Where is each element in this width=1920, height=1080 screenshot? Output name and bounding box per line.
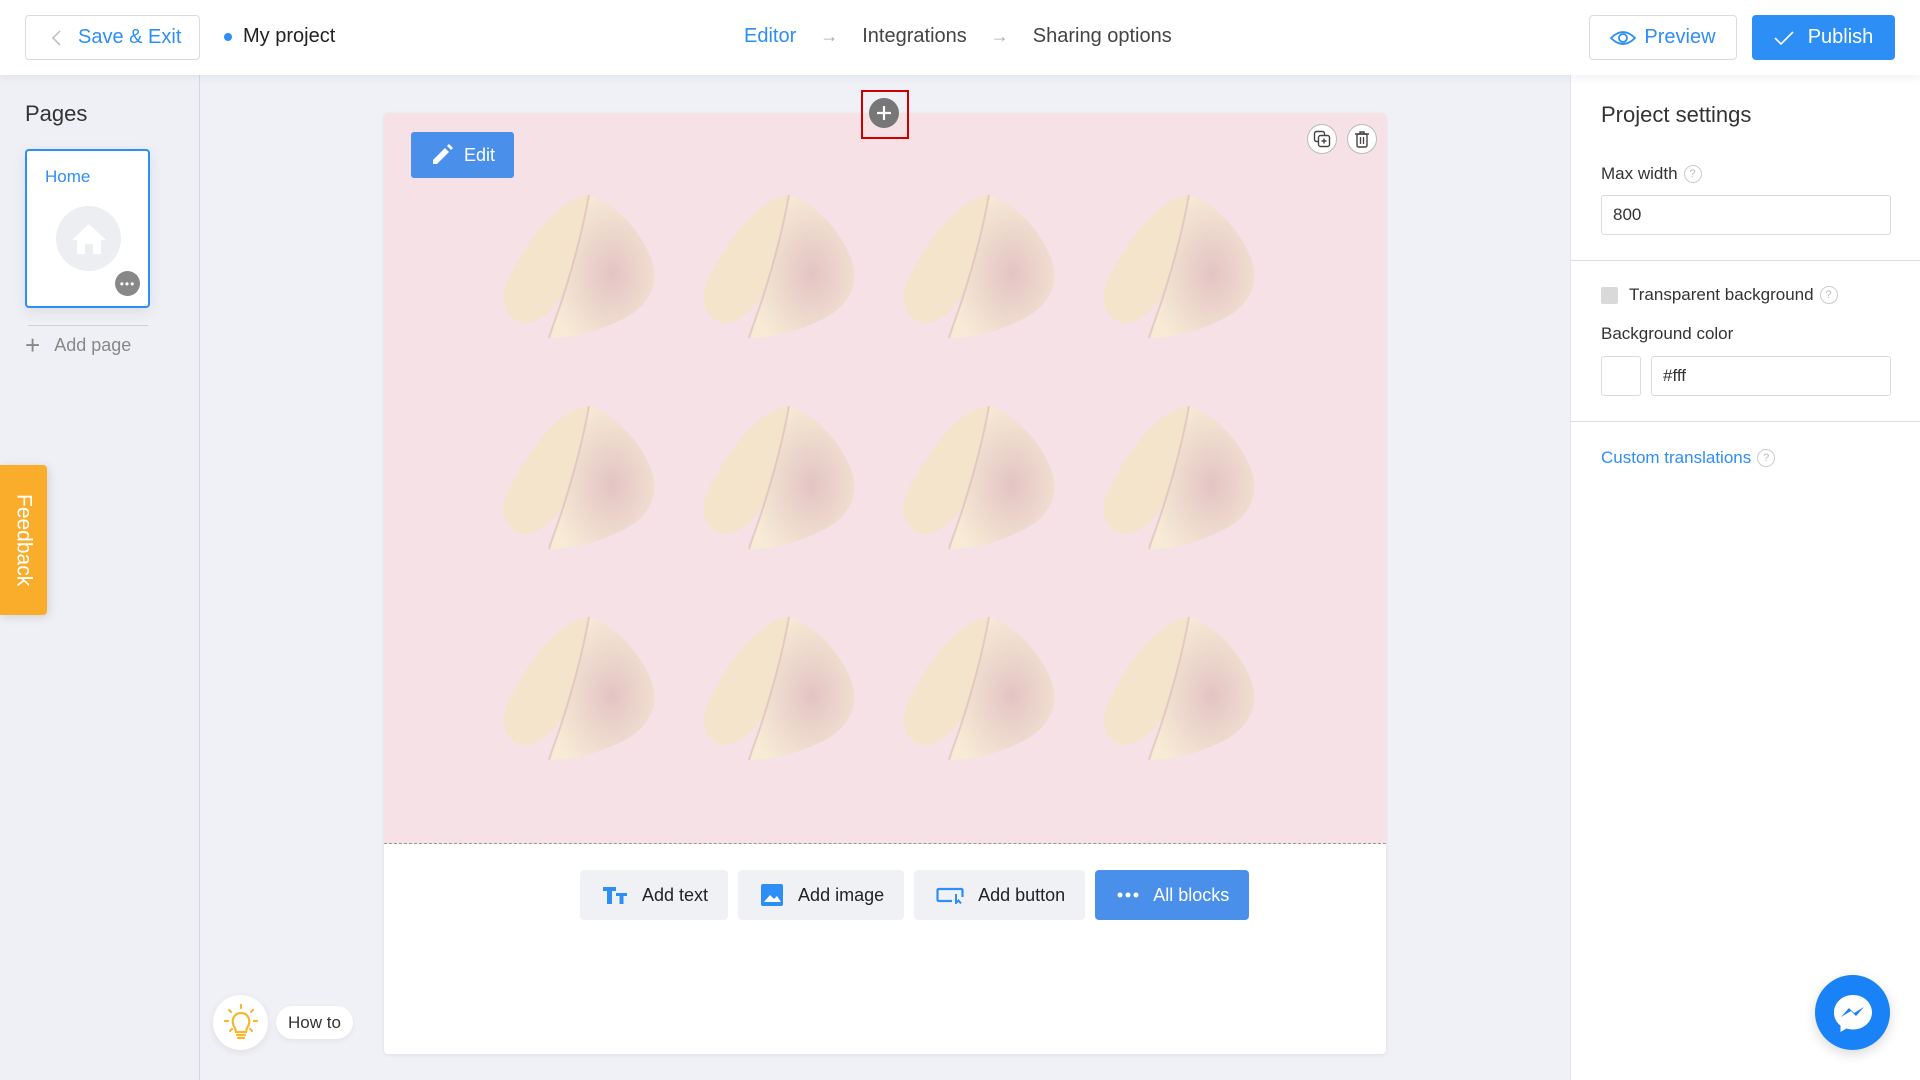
fortune-cookie-image [903, 194, 1055, 339]
project-settings-panel: Project settings Max width ? 800 Transpa… [1570, 75, 1920, 1080]
fortune-cookie-image [703, 194, 855, 339]
fortune-cookie-image [1103, 616, 1255, 761]
top-header: Save & Exit My project Editor → Integrat… [0, 0, 1920, 75]
bg-color-label: Background color [1601, 324, 1733, 344]
sidebar-divider [28, 325, 148, 326]
messenger-icon [1833, 994, 1872, 1032]
fortune-cookie-image [703, 616, 855, 761]
feedback-label: Feedback [12, 493, 36, 587]
max-width-value: 800 [1613, 205, 1642, 224]
fortune-cookie-image [1103, 405, 1255, 550]
plus-circle-icon [877, 106, 891, 120]
add-button-label: Add button [978, 884, 1066, 905]
bg-color-value: #fff [1663, 366, 1687, 385]
edit-block-button[interactable]: Edit [411, 132, 514, 178]
fortune-cookie-image [903, 616, 1055, 761]
duplicate-icon [1313, 130, 1331, 148]
trash-icon [1355, 131, 1369, 148]
transparent-bg-row: Transparent background ? [1601, 285, 1838, 305]
transparent-bg-checkbox[interactable] [1601, 286, 1618, 304]
bg-color-input[interactable]: #fff [1651, 356, 1891, 396]
image-icon [761, 884, 784, 906]
settings-divider [1571, 260, 1920, 261]
dots-icon [1117, 892, 1139, 898]
step-sharing-options[interactable]: Sharing options [1033, 25, 1172, 48]
help-icon[interactable]: ? [1757, 449, 1776, 467]
duplicate-block-button[interactable] [1307, 124, 1337, 154]
fortune-cookie-image [503, 616, 655, 761]
check-icon [1774, 30, 1794, 45]
project-name: My project [224, 25, 335, 48]
delete-block-button[interactable] [1347, 124, 1377, 154]
add-text-label: Add text [642, 884, 709, 905]
eye-icon [1610, 30, 1637, 45]
pencil-icon [432, 144, 453, 164]
chevron-left-icon [51, 29, 61, 46]
add-block-above-button[interactable] [869, 98, 899, 128]
arrow-right-icon: → [990, 26, 1009, 46]
status-dot [224, 32, 232, 41]
home-icon [56, 206, 121, 271]
lightbulb-icon [223, 1003, 258, 1039]
page-card-home[interactable]: Home ••• [25, 149, 150, 308]
all-blocks-button[interactable]: All blocks [1095, 870, 1250, 920]
feedback-tab[interactable]: Feedback [0, 465, 47, 615]
arrow-right-icon: → [820, 26, 839, 46]
add-block-toolbar: Add text Add image Add button All blocks [580, 870, 1250, 920]
transparent-bg-label: Transparent background [1629, 285, 1814, 304]
how-to-button[interactable] [213, 995, 268, 1050]
save-exit-label: Save & Exit [78, 26, 182, 48]
edit-label: Edit [463, 144, 496, 165]
max-width-label: Max width ? [1601, 164, 1702, 184]
step-editor[interactable]: Editor [744, 25, 796, 48]
wizard-steps: Editor → Integrations → Sharing options [744, 25, 1172, 48]
how-to-label[interactable]: How to [276, 1006, 353, 1039]
messenger-chat-button[interactable] [1815, 975, 1890, 1050]
max-width-label-text: Max width [1601, 164, 1678, 183]
settings-title: Project settings [1601, 102, 1752, 127]
editor-canvas: Edit Add text Add image Add button All b… [384, 113, 1386, 1054]
publish-button[interactable]: Publish [1752, 15, 1895, 60]
settings-divider [1571, 421, 1920, 422]
page-card-label: Home [45, 167, 91, 186]
pages-title: Pages [25, 101, 88, 126]
project-title: My project [243, 25, 336, 47]
add-button-button[interactable]: Add button [914, 870, 1086, 920]
preview-label: Preview [1644, 26, 1716, 48]
help-icon[interactable]: ? [1683, 165, 1702, 183]
fortune-cookie-image [903, 405, 1055, 550]
fortune-cookie-image [503, 405, 655, 550]
page-options-button[interactable]: ••• [115, 271, 140, 296]
max-width-input[interactable]: 800 [1601, 195, 1891, 235]
fortune-cookie-image [703, 405, 855, 550]
add-page-button[interactable]: + Add page [25, 332, 131, 358]
step-integrations[interactable]: Integrations [862, 25, 967, 48]
preview-button[interactable]: Preview [1589, 15, 1737, 60]
all-blocks-label: All blocks [1153, 884, 1230, 905]
bg-color-swatch[interactable] [1601, 356, 1641, 396]
custom-translations-label: Custom translations [1601, 448, 1752, 467]
save-exit-button[interactable]: Save & Exit [25, 15, 200, 60]
add-text-button[interactable]: Add text [580, 870, 729, 920]
button-icon [936, 887, 964, 904]
add-page-label: Add page [54, 334, 132, 355]
text-icon [603, 887, 627, 904]
fortune-cookie-image-grid [489, 183, 1289, 823]
custom-translations-link[interactable]: Custom translations ? [1601, 448, 1776, 468]
fortune-cookie-image [503, 194, 655, 339]
add-image-button[interactable]: Add image [738, 870, 905, 920]
add-image-label: Add image [798, 884, 885, 905]
plus-icon: + [25, 330, 41, 360]
help-icon[interactable]: ? [1819, 286, 1838, 304]
fortune-cookie-image [1103, 194, 1255, 339]
bg-color-label-text: Background color [1601, 324, 1734, 343]
publish-label: Publish [1807, 26, 1874, 48]
hero-block[interactable]: Edit [384, 113, 1386, 844]
